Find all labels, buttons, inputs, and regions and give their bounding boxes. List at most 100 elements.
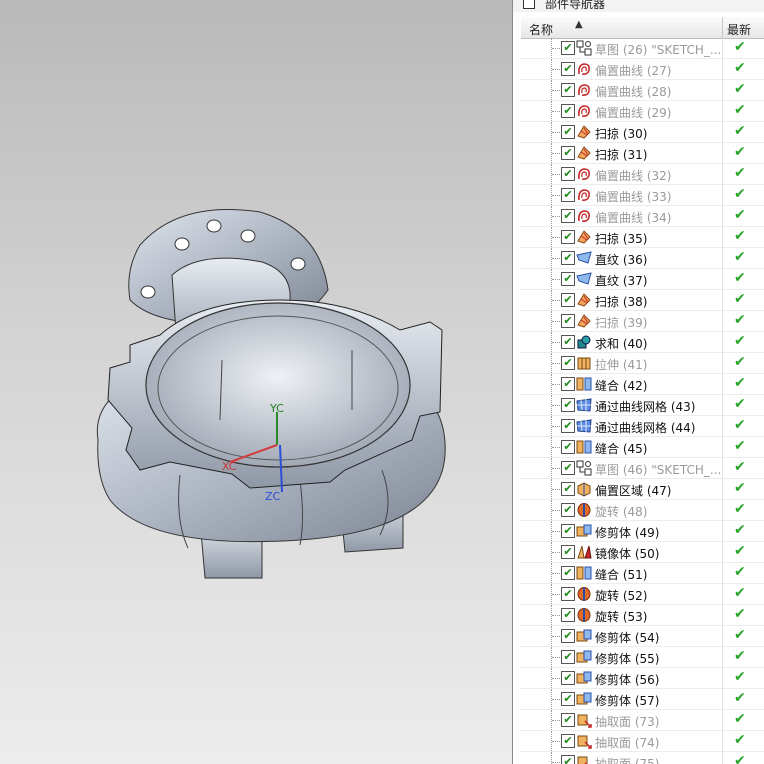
visibility-checkbox[interactable]: ✔ — [561, 566, 575, 580]
feature-label: 扫掠 (31) — [595, 148, 648, 162]
tree-row[interactable]: ✔ 抽取面 (73) ✔ — [521, 710, 764, 731]
visibility-checkbox[interactable]: ✔ — [561, 356, 575, 370]
feature-label: 扫掠 (38) — [595, 295, 648, 309]
tree-row[interactable]: ✔ 草图 (26) "SKETCH_... ✔ — [521, 38, 764, 59]
visibility-checkbox[interactable]: ✔ — [561, 146, 575, 160]
tree-row[interactable]: ✔ 直纹 (36) ✔ — [521, 248, 764, 269]
column-separator — [722, 458, 723, 478]
tree-row[interactable]: ✔ 缝合 (42) ✔ — [521, 374, 764, 395]
tree-row[interactable]: ✔ 扫掠 (35) ✔ — [521, 227, 764, 248]
visibility-checkbox[interactable]: ✔ — [561, 314, 575, 328]
tree-row[interactable]: ✔ 求和 (40) ✔ — [521, 332, 764, 353]
visibility-checkbox[interactable]: ✔ — [561, 440, 575, 454]
visibility-checkbox[interactable]: ✔ — [561, 188, 575, 202]
visibility-checkbox[interactable]: ✔ — [561, 104, 575, 118]
visibility-checkbox[interactable]: ✔ — [561, 482, 575, 496]
tree-row[interactable]: ✔ 偏置曲线 (29) ✔ — [521, 101, 764, 122]
feature-label: 偏置曲线 (32) — [595, 169, 672, 183]
tree-row[interactable]: ✔ 旋转 (52) ✔ — [521, 584, 764, 605]
tree-row[interactable]: ✔ 旋转 (53) ✔ — [521, 605, 764, 626]
visibility-checkbox[interactable]: ✔ — [561, 41, 575, 55]
navigator-checkbox[interactable] — [523, 0, 535, 9]
column-latest[interactable]: 最新 — [727, 21, 751, 38]
sort-ascending-icon[interactable]: ▲ — [575, 19, 583, 30]
visibility-checkbox[interactable]: ✔ — [561, 335, 575, 349]
tree-row[interactable]: ✔ 草图 (46) "SKETCH_... ✔ — [521, 458, 764, 479]
tree-row[interactable]: ✔ 修剪体 (49) ✔ — [521, 521, 764, 542]
visibility-checkbox[interactable]: ✔ — [561, 293, 575, 307]
tree-row[interactable]: ✔ 偏置曲线 (32) ✔ — [521, 164, 764, 185]
visibility-checkbox[interactable]: ✔ — [561, 272, 575, 286]
visibility-checkbox[interactable]: ✔ — [561, 377, 575, 391]
visibility-checkbox[interactable]: ✔ — [561, 713, 575, 727]
axis-zc-label: ZC — [265, 490, 281, 503]
visibility-checkbox[interactable]: ✔ — [561, 83, 575, 97]
up-to-date-check-icon: ✔ — [734, 585, 746, 601]
revolve-icon — [576, 502, 592, 518]
tree-guide-branch — [552, 132, 560, 133]
tree-row[interactable]: ✔ 修剪体 (55) ✔ — [521, 647, 764, 668]
visibility-checkbox[interactable]: ✔ — [561, 62, 575, 76]
visibility-checkbox[interactable]: ✔ — [561, 608, 575, 622]
visibility-checkbox[interactable]: ✔ — [561, 230, 575, 244]
tree-row[interactable]: ✔ 拉伸 (41) ✔ — [521, 353, 764, 374]
tree-row[interactable]: ✔ 修剪体 (56) ✔ — [521, 668, 764, 689]
tree-row[interactable]: ✔ 扫掠 (31) ✔ — [521, 143, 764, 164]
axis-xc-label: XC — [222, 460, 237, 473]
tree-row[interactable]: ✔ 偏置曲线 (27) ✔ — [521, 59, 764, 80]
visibility-checkbox[interactable]: ✔ — [561, 524, 575, 538]
feature-label: 扫掠 (39) — [595, 316, 648, 330]
tree-row[interactable]: ✔ 偏置曲线 (34) ✔ — [521, 206, 764, 227]
visibility-checkbox[interactable]: ✔ — [561, 251, 575, 265]
tree-row[interactable]: ✔ 镜像体 (50) ✔ — [521, 542, 764, 563]
tree-row[interactable]: ✔ 扫掠 (30) ✔ — [521, 122, 764, 143]
tree-row[interactable]: ✔ 抽取面 (74) ✔ — [521, 731, 764, 752]
column-separator — [722, 710, 723, 730]
column-separator — [722, 668, 723, 688]
tree-row[interactable]: ✔ 偏置曲线 (28) ✔ — [521, 80, 764, 101]
up-to-date-check-icon: ✔ — [734, 543, 746, 559]
graphics-viewport[interactable]: YC XC ZC — [0, 0, 512, 764]
tree-row[interactable]: ✔ 偏置曲线 (33) ✔ — [521, 185, 764, 206]
tree-row[interactable]: ✔ 旋转 (48) ✔ — [521, 500, 764, 521]
visibility-checkbox[interactable]: ✔ — [561, 503, 575, 517]
tree-row[interactable]: ✔ 修剪体 (54) ✔ — [521, 626, 764, 647]
visibility-checkbox[interactable]: ✔ — [561, 545, 575, 559]
tree-row[interactable]: ✔ 修剪体 (57) ✔ — [521, 689, 764, 710]
extract-face-icon — [576, 712, 592, 728]
tree-row[interactable]: ✔ 缝合 (51) ✔ — [521, 563, 764, 584]
sew-icon — [576, 565, 592, 581]
feature-label: 偏置曲线 (29) — [595, 106, 672, 120]
visibility-checkbox[interactable]: ✔ — [561, 629, 575, 643]
visibility-checkbox[interactable]: ✔ — [561, 755, 575, 764]
tree-row[interactable]: ✔ 抽取面 (75) ✔ — [521, 752, 764, 764]
column-separator — [722, 521, 723, 541]
tree-row[interactable]: ✔ 扫掠 (38) ✔ — [521, 290, 764, 311]
visibility-checkbox[interactable]: ✔ — [561, 671, 575, 685]
visibility-checkbox[interactable]: ✔ — [561, 650, 575, 664]
pump-casing-model[interactable]: YC XC ZC — [0, 0, 512, 764]
column-separator — [722, 647, 723, 667]
visibility-checkbox[interactable]: ✔ — [561, 692, 575, 706]
tree-row[interactable]: ✔ 扫掠 (39) ✔ — [521, 311, 764, 332]
visibility-checkbox[interactable]: ✔ — [561, 167, 575, 181]
tree-guide-branch — [552, 657, 560, 658]
tree-row[interactable]: ✔ 通过曲线网格 (44) ✔ — [521, 416, 764, 437]
visibility-checkbox[interactable]: ✔ — [561, 209, 575, 223]
visibility-checkbox[interactable]: ✔ — [561, 398, 575, 412]
tree-guide-branch — [552, 342, 560, 343]
column-name[interactable]: 名称 — [529, 21, 553, 38]
tree-row[interactable]: ✔ 通过曲线网格 (43) ✔ — [521, 395, 764, 416]
feature-label: 求和 (40) — [595, 337, 648, 351]
column-separator[interactable] — [722, 17, 723, 38]
visibility-checkbox[interactable]: ✔ — [561, 419, 575, 433]
visibility-checkbox[interactable]: ✔ — [561, 125, 575, 139]
offset-curve-icon — [576, 103, 592, 119]
tree-row[interactable]: ✔ 偏置区域 (47) ✔ — [521, 479, 764, 500]
visibility-checkbox[interactable]: ✔ — [561, 461, 575, 475]
tree-row[interactable]: ✔ 缝合 (45) ✔ — [521, 437, 764, 458]
visibility-checkbox[interactable]: ✔ — [561, 734, 575, 748]
up-to-date-check-icon: ✔ — [734, 522, 746, 538]
visibility-checkbox[interactable]: ✔ — [561, 587, 575, 601]
tree-row[interactable]: ✔ 直纹 (37) ✔ — [521, 269, 764, 290]
